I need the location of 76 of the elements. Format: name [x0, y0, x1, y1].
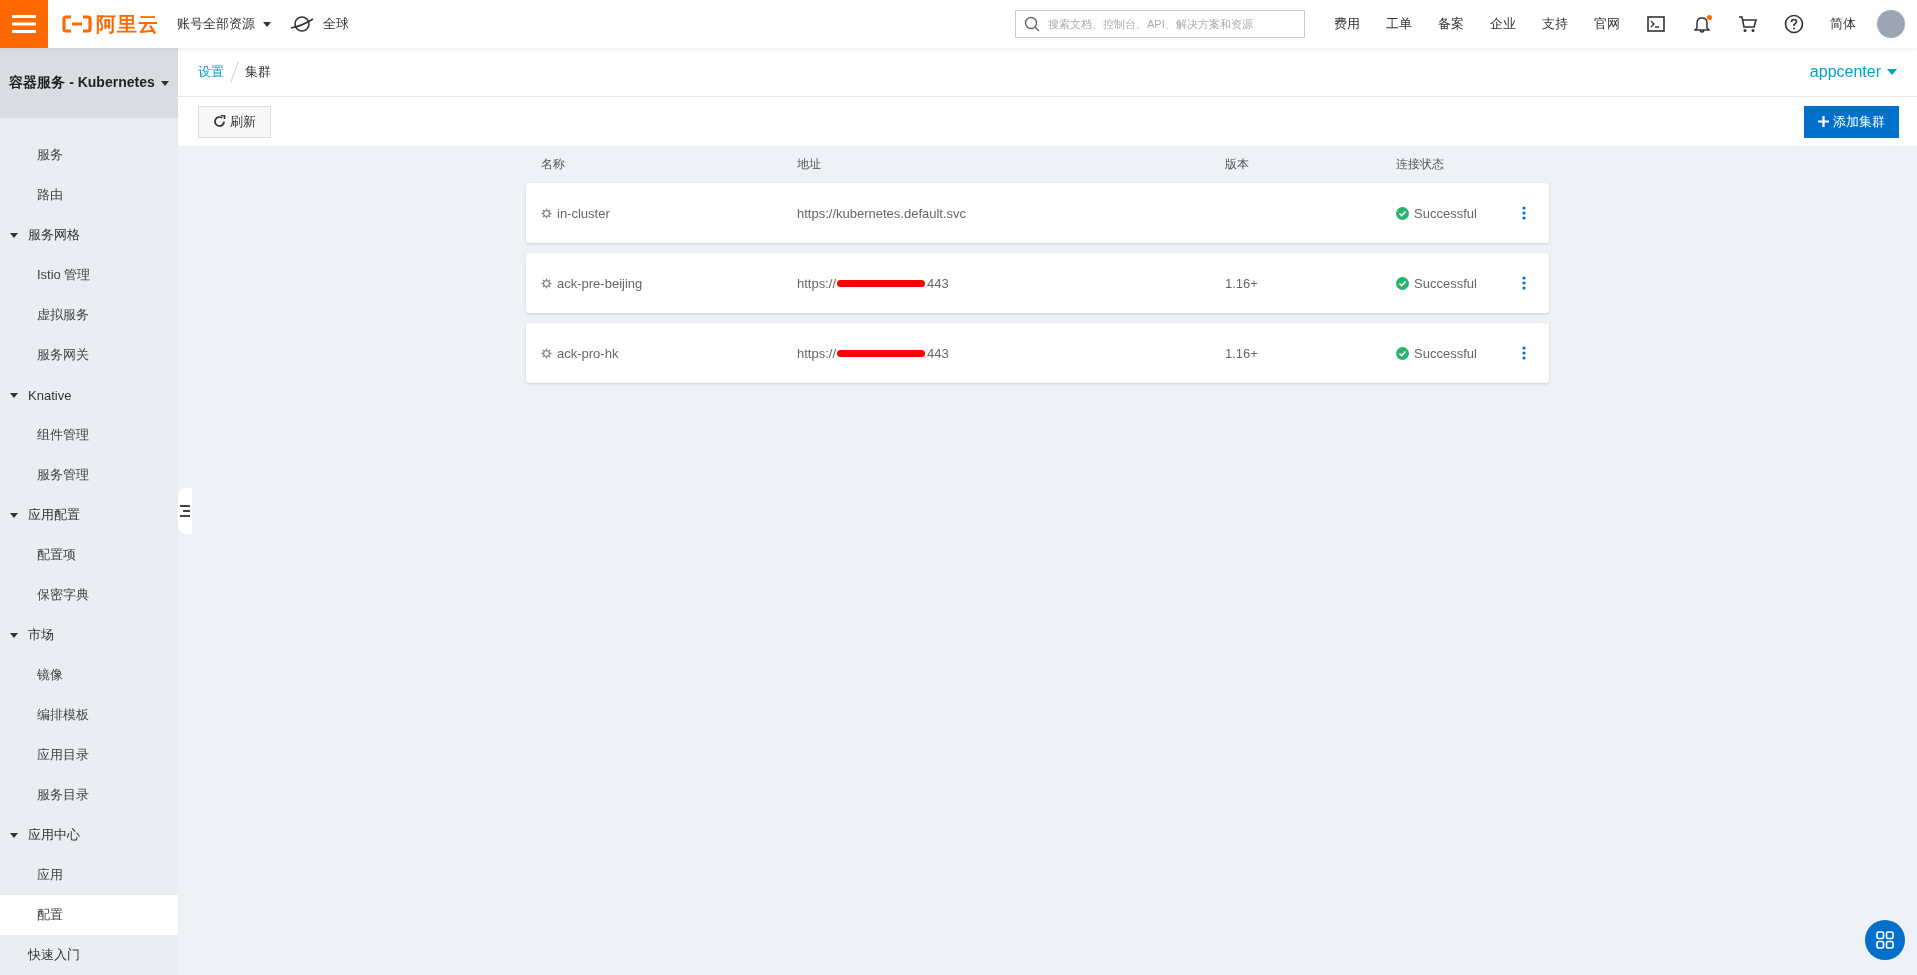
gear-icon	[541, 277, 552, 289]
sidebar-item[interactable]: 虚拟服务	[0, 295, 178, 335]
sidebar-item[interactable]: 配置	[0, 895, 178, 935]
region-selector[interactable]: 全球	[289, 14, 349, 34]
sidebar-item[interactable]: 应用	[0, 855, 178, 895]
sidebar-item[interactable]: 镜像	[0, 655, 178, 695]
gear-icon	[541, 207, 552, 219]
logo-text: 阿里云	[96, 11, 159, 37]
more-icon	[1522, 276, 1526, 290]
sidebar-item[interactable]: 配置项	[0, 535, 178, 575]
column-header: 连接状态	[1396, 156, 1445, 173]
connection-status: Successful	[1414, 275, 1477, 291]
account-dropdown[interactable]: 账号全部资源	[177, 15, 271, 33]
more-icon	[1522, 206, 1526, 220]
cluster-port: 443	[927, 345, 949, 361]
product-dropdown[interactable]: 容器服务 - Kubernetes	[0, 48, 178, 118]
cluster-address: https://	[797, 345, 837, 361]
cluster-address: https://kubernetes.default.svc	[797, 205, 967, 221]
sidebar-item[interactable]: 服务目录	[0, 775, 178, 815]
more-icon	[1522, 346, 1526, 360]
search-field[interactable]: 搜索文档、控制台、API、解决方案和资源	[1015, 10, 1305, 38]
cart-icon	[1738, 15, 1758, 33]
column-header: 名称	[540, 156, 566, 173]
connection-status: Successful	[1414, 345, 1477, 361]
plus-icon	[1818, 116, 1829, 127]
sidebar-group[interactable]: 应用配置	[0, 495, 178, 535]
sidebar-group[interactable]: Knative	[0, 375, 178, 415]
help-icon	[1784, 14, 1804, 34]
collapse-handle[interactable]	[178, 488, 192, 534]
add-cluster-button[interactable]: 添加集群	[1804, 105, 1899, 138]
sidebar-group[interactable]: 服务网格	[0, 215, 178, 255]
sidebar-item[interactable]: 应用目录	[0, 735, 178, 775]
check-circle-icon	[1396, 346, 1409, 360]
globe-icon	[289, 14, 315, 34]
sidebar-item[interactable]: 服务管理	[0, 455, 178, 495]
terminal-icon	[1647, 16, 1665, 32]
sidebar-item[interactable]: 路由	[0, 175, 178, 215]
nav-link[interactable]: 备案	[1438, 15, 1464, 33]
menu-button[interactable]	[0, 0, 48, 48]
sidebar-group[interactable]: 市场	[0, 615, 178, 655]
sidebar-item[interactable]: 服务网关	[0, 335, 178, 375]
cluster-name: ack-pre-beijing	[557, 275, 643, 291]
nav-link[interactable]: 费用	[1334, 15, 1360, 33]
sidebar-item[interactable]: 编排模板	[0, 695, 178, 735]
column-header: 地址	[797, 156, 822, 173]
check-circle-icon	[1396, 206, 1409, 220]
bell-icon	[1694, 15, 1710, 33]
gear-icon	[541, 347, 552, 359]
sidebar-item[interactable]: 保密字典	[0, 575, 178, 615]
sidebar-group[interactable]: 应用中心	[0, 815, 178, 855]
column-header: 版本	[1225, 156, 1250, 173]
language-link[interactable]: 简体	[1830, 15, 1856, 33]
connection-status: Successful	[1414, 205, 1477, 221]
logo-icon	[62, 15, 92, 33]
cluster-name: ack-pro-hk	[557, 345, 619, 361]
menu-icon	[12, 14, 36, 34]
nav-link[interactable]: 工单	[1386, 15, 1412, 33]
list-icon	[180, 505, 190, 517]
sidebar-item[interactable]: Istio 管理	[0, 255, 178, 295]
cluster-port: 443	[927, 275, 949, 291]
nav-link[interactable]: 官网	[1594, 15, 1620, 33]
cluster-name: in-cluster	[557, 205, 610, 221]
sidebar-item[interactable]: 组件管理	[0, 415, 178, 455]
apps-button[interactable]	[1865, 920, 1905, 960]
cluster-address: https://	[797, 275, 837, 291]
check-circle-icon	[1396, 276, 1409, 290]
nav-link[interactable]: 企业	[1490, 15, 1516, 33]
cluster-version: 1.16+	[1225, 275, 1258, 291]
sidebar-item[interactable]: 服务	[0, 135, 178, 175]
breadcrumb-current: 集群	[245, 63, 271, 81]
sidebar-item[interactable]: 快速入门	[0, 935, 178, 975]
refresh-icon	[213, 115, 226, 128]
grid-icon	[1876, 931, 1894, 949]
cluster-version: 1.16+	[1225, 345, 1258, 361]
nav-link[interactable]: 支持	[1542, 15, 1568, 33]
refresh-button[interactable]: 刷新	[198, 105, 271, 138]
